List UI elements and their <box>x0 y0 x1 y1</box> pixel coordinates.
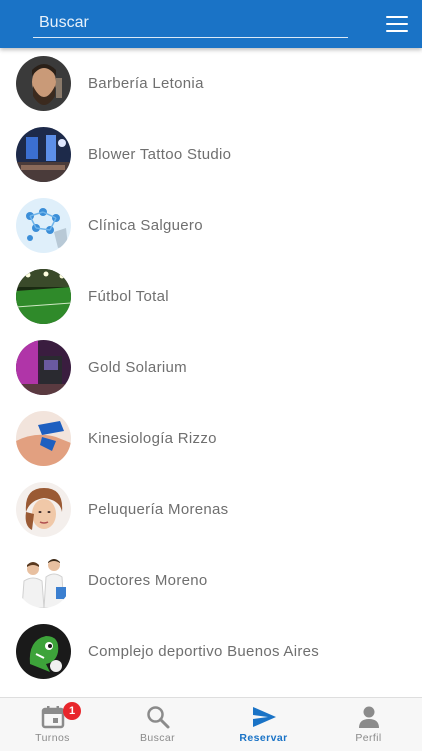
bottom-navigation: 1 Turnos Buscar Reservar Perfil <box>0 697 422 751</box>
top-app-bar <box>0 0 422 48</box>
tab-turnos[interactable]: 1 Turnos <box>0 698 105 751</box>
list-item[interactable]: Gold Solarium <box>0 332 422 403</box>
solarium-avatar <box>16 340 71 395</box>
business-name: Complejo deportivo Buenos Aires <box>88 643 320 660</box>
tattoo-studio-avatar <box>16 127 71 182</box>
list-item[interactable]: Fútbol Total <box>0 261 422 332</box>
search-icon <box>147 706 170 729</box>
sports-complex-avatar <box>16 624 71 679</box>
business-name: Kinesiología Rizzo <box>88 430 217 447</box>
football-avatar <box>16 269 71 324</box>
business-name: Doctores Moreno <box>88 572 208 589</box>
barber-avatar <box>16 56 71 111</box>
clinic-avatar <box>16 198 71 253</box>
business-name: Barbería Letonia <box>88 75 204 92</box>
calendar-icon <box>41 706 65 729</box>
person-icon <box>359 706 379 728</box>
business-name: Clínica Salguero <box>88 217 203 234</box>
list-item[interactable]: Kinesiología Rizzo <box>0 403 422 474</box>
notification-badge: 1 <box>63 702 81 720</box>
list-item[interactable]: Complejo deportivo Buenos Aires <box>0 616 422 687</box>
tab-reservar[interactable]: Reservar <box>211 698 316 751</box>
doctors-avatar <box>16 553 71 608</box>
business-name: Gold Solarium <box>88 359 187 376</box>
send-icon <box>253 707 276 727</box>
business-name: Blower Tattoo Studio <box>88 146 232 163</box>
list-item[interactable]: Blower Tattoo Studio <box>0 119 422 190</box>
tab-perfil[interactable]: Perfil <box>316 698 421 751</box>
list-item[interactable]: Peluquería Morenas <box>0 474 422 545</box>
business-list: Barbería Letonia Blower Tattoo Studio Cl… <box>0 48 422 696</box>
search-input[interactable] <box>33 8 348 38</box>
hamburger-menu-icon[interactable] <box>384 13 410 35</box>
hairstyle-avatar <box>16 482 71 537</box>
list-item[interactable]: Doctores Moreno <box>0 545 422 616</box>
tab-label: Buscar <box>139 732 176 744</box>
business-name: Peluquería Morenas <box>88 501 229 518</box>
tab-label: Reservar <box>239 732 288 744</box>
list-item[interactable]: Barbería Letonia <box>0 48 422 119</box>
tab-buscar[interactable]: Buscar <box>105 698 210 751</box>
tab-label: Turnos <box>35 732 70 744</box>
list-item[interactable]: Clínica Salguero <box>0 190 422 261</box>
tab-label: Perfil <box>355 732 382 744</box>
business-name: Fútbol Total <box>88 288 169 305</box>
kinesiology-avatar <box>16 411 71 466</box>
